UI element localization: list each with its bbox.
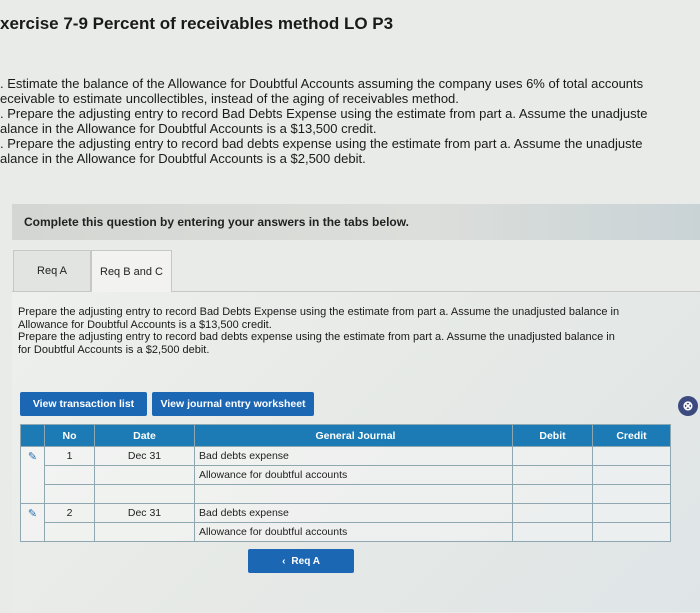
credit-cell[interactable] bbox=[592, 465, 671, 485]
general-journal-column-header: General Journal bbox=[194, 424, 513, 447]
empty-cell bbox=[44, 484, 95, 504]
close-icon[interactable]: ⊗ bbox=[678, 396, 698, 416]
edit-column-header bbox=[20, 424, 45, 447]
requirement-line: Prepare the adjusting entry to record ba… bbox=[18, 331, 615, 343]
empty-cell bbox=[44, 465, 95, 485]
instruction-line: . Estimate the balance of the Allowance … bbox=[0, 76, 644, 91]
account-cell[interactable]: Bad debts expense bbox=[194, 503, 513, 523]
tab-req-b-and-c[interactable]: Req B and C bbox=[91, 250, 172, 292]
instruction-line: . Prepare the adjusting entry to record … bbox=[0, 136, 643, 151]
chevron-left-icon: ‹ bbox=[282, 555, 286, 567]
entry-number: 1 bbox=[44, 446, 95, 466]
instruction-line: eceivable to estimate uncollectibles, in… bbox=[0, 91, 459, 106]
empty-cell bbox=[94, 484, 195, 504]
entry-date: Dec 31 bbox=[94, 503, 195, 523]
account-cell[interactable]: Allowance for doubtful accounts bbox=[194, 522, 513, 542]
debit-cell[interactable] bbox=[512, 465, 593, 485]
credit-cell[interactable] bbox=[592, 446, 671, 466]
pencil-icon[interactable]: ✎ bbox=[21, 450, 44, 463]
entry-date: Dec 31 bbox=[94, 446, 195, 466]
edit-cell[interactable]: ✎ bbox=[20, 446, 45, 504]
entry-number: 2 bbox=[44, 503, 95, 523]
debit-cell[interactable] bbox=[512, 503, 593, 523]
view-transaction-list-button[interactable]: View transaction list bbox=[20, 392, 147, 416]
table-row: ✎ 2 Dec 31 Bad debts expense bbox=[20, 503, 671, 542]
exercise-title: xercise 7-9 Percent of receivables metho… bbox=[0, 14, 394, 33]
debit-column-header: Debit bbox=[512, 424, 593, 447]
empty-cell bbox=[194, 484, 513, 504]
journal-table: No Date General Journal Debit Credit ✎ 1… bbox=[20, 424, 671, 542]
account-cell[interactable]: Bad debts expense bbox=[194, 446, 513, 466]
empty-cell bbox=[592, 484, 671, 504]
debit-cell[interactable] bbox=[512, 446, 593, 466]
pencil-icon[interactable]: ✎ bbox=[21, 507, 44, 520]
date-column-header: Date bbox=[94, 424, 195, 447]
credit-column-header: Credit bbox=[592, 424, 671, 447]
credit-cell[interactable] bbox=[592, 522, 671, 542]
debit-cell[interactable] bbox=[512, 522, 593, 542]
instruction-line: alance in the Allowance for Doubtful Acc… bbox=[0, 121, 377, 136]
empty-cell bbox=[512, 484, 593, 504]
prev-button-label: Req A bbox=[291, 555, 320, 567]
account-cell[interactable]: Allowance for doubtful accounts bbox=[194, 465, 513, 485]
tab-req-a[interactable]: Req A bbox=[13, 250, 91, 292]
exercise-instructions: . Estimate the balance of the Allowance … bbox=[0, 76, 700, 166]
requirement-line: Allowance for Doubtful Accounts is a $13… bbox=[18, 318, 272, 331]
banner-text: Complete this question by entering your … bbox=[24, 215, 409, 229]
table-row: Allowance for doubtful accounts bbox=[21, 465, 671, 485]
table-row: Allowance for doubtful accounts bbox=[21, 522, 671, 542]
empty-cell bbox=[94, 465, 195, 485]
instruction-line: alance in the Allowance for Doubtful Acc… bbox=[0, 151, 366, 166]
view-journal-entry-worksheet-button[interactable]: View journal entry worksheet bbox=[152, 392, 314, 416]
table-row bbox=[21, 484, 671, 504]
edit-cell[interactable]: ✎ bbox=[20, 503, 45, 542]
instructions-banner: Complete this question by entering your … bbox=[12, 204, 700, 240]
empty-cell bbox=[44, 522, 95, 542]
no-column-header: No bbox=[44, 424, 95, 447]
tab-label: Req B and C bbox=[100, 265, 163, 278]
credit-cell[interactable] bbox=[592, 503, 671, 523]
table-row: ✎ 1 Dec 31 Bad debts expense bbox=[20, 446, 671, 504]
prev-req-a-button[interactable]: ‹ Req A bbox=[248, 549, 354, 573]
requirement-line: Prepare the adjusting entry to record Ba… bbox=[18, 306, 620, 318]
empty-cell bbox=[94, 522, 195, 542]
requirement-line: for Doubtful Accounts is a $2,500 debit. bbox=[18, 343, 210, 356]
journal-header-row: No Date General Journal Debit Credit bbox=[20, 424, 671, 447]
instruction-line: . Prepare the adjusting entry to record … bbox=[0, 106, 648, 121]
tab-label: Req A bbox=[37, 265, 67, 277]
requirement-text: Prepare the adjusting entry to record Ba… bbox=[18, 306, 700, 356]
